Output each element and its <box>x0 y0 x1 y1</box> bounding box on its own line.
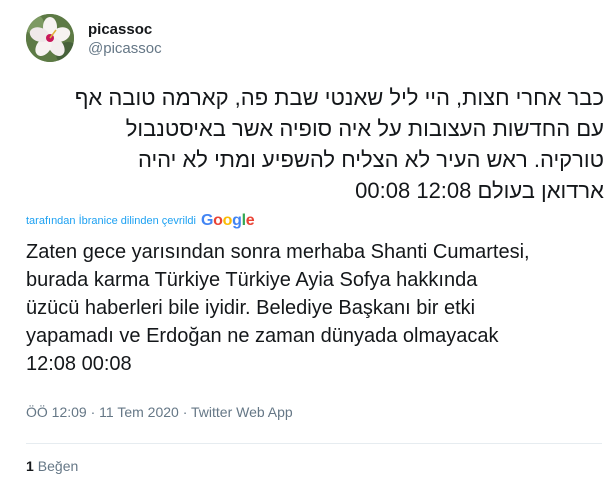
google-logo-letter: o <box>213 212 223 229</box>
like-count: 1 <box>26 458 34 474</box>
tweet-time: ÖÖ 12:09 <box>26 404 87 420</box>
google-logo-letter: G <box>201 212 214 229</box>
tweet-translated-text: Zaten gece yarısından sonra merhaba Shan… <box>26 238 606 378</box>
translated-text-line: burada karma Türkiye Türkiye Ayia Sofya … <box>26 269 478 291</box>
tweet-timestamp-link[interactable]: ÖÖ 12:09 · 11 Tem 2020 <box>26 404 179 420</box>
translation-attribution[interactable]: tarafından İbranice dilinden çevrildi Go… <box>26 212 255 230</box>
tweet-date: 11 Tem 2020 <box>99 404 179 420</box>
translated-text-line: 12:08 00:08 <box>26 353 132 375</box>
translated-text-line: üzücü haberleri bile iyidir. Belediye Ba… <box>26 297 476 319</box>
original-text-line: עם החדשות העצובות על איה סופיה אשר באיסט… <box>125 116 604 141</box>
tweet-source-link[interactable]: Twitter Web App <box>191 404 293 420</box>
likes-stat[interactable]: 1 Beğen <box>26 458 78 474</box>
original-text-line: טורקיה. ראש העיר לא הצליח להשפיע ומתי לא… <box>137 147 604 172</box>
original-text-line: ארדואן בעולם 12:08 00:08 <box>355 178 604 203</box>
google-logo-letter: g <box>232 212 242 229</box>
tweet-original-text: כבר אחרי חצות, היי ליל שאנטי שבת פה, קאר… <box>40 82 604 206</box>
google-logo-letter: o <box>222 212 233 229</box>
user-handle[interactable]: @picassoc <box>88 40 162 57</box>
original-text-line: כבר אחרי חצות, היי ליל שאנטי שבת פה, קאר… <box>74 85 604 110</box>
flower-avatar-icon <box>26 14 74 62</box>
translated-text-line: yapamadı ve Erdoğan ne zaman dünyada olm… <box>26 325 499 347</box>
like-label: Beğen <box>37 458 79 474</box>
meta-separator: · <box>90 404 96 420</box>
google-logo-icon: Google <box>201 212 255 230</box>
tweet-meta: ÖÖ 12:09 · 11 Tem 2020 · Twitter Web App <box>26 404 293 420</box>
divider <box>26 443 602 444</box>
google-logo-letter: e <box>245 212 255 229</box>
tweet-card: picassoc @picassoc כבר אחרי חצות, היי לי… <box>0 0 614 480</box>
translated-text-line: Zaten gece yarısından sonra merhaba Shan… <box>26 241 530 263</box>
translation-notice[interactable]: tarafından İbranice dilinden çevrildi <box>26 215 196 227</box>
user-display-name[interactable]: picassoc <box>88 21 152 38</box>
meta-separator: · <box>182 404 188 420</box>
avatar[interactable] <box>26 14 74 62</box>
